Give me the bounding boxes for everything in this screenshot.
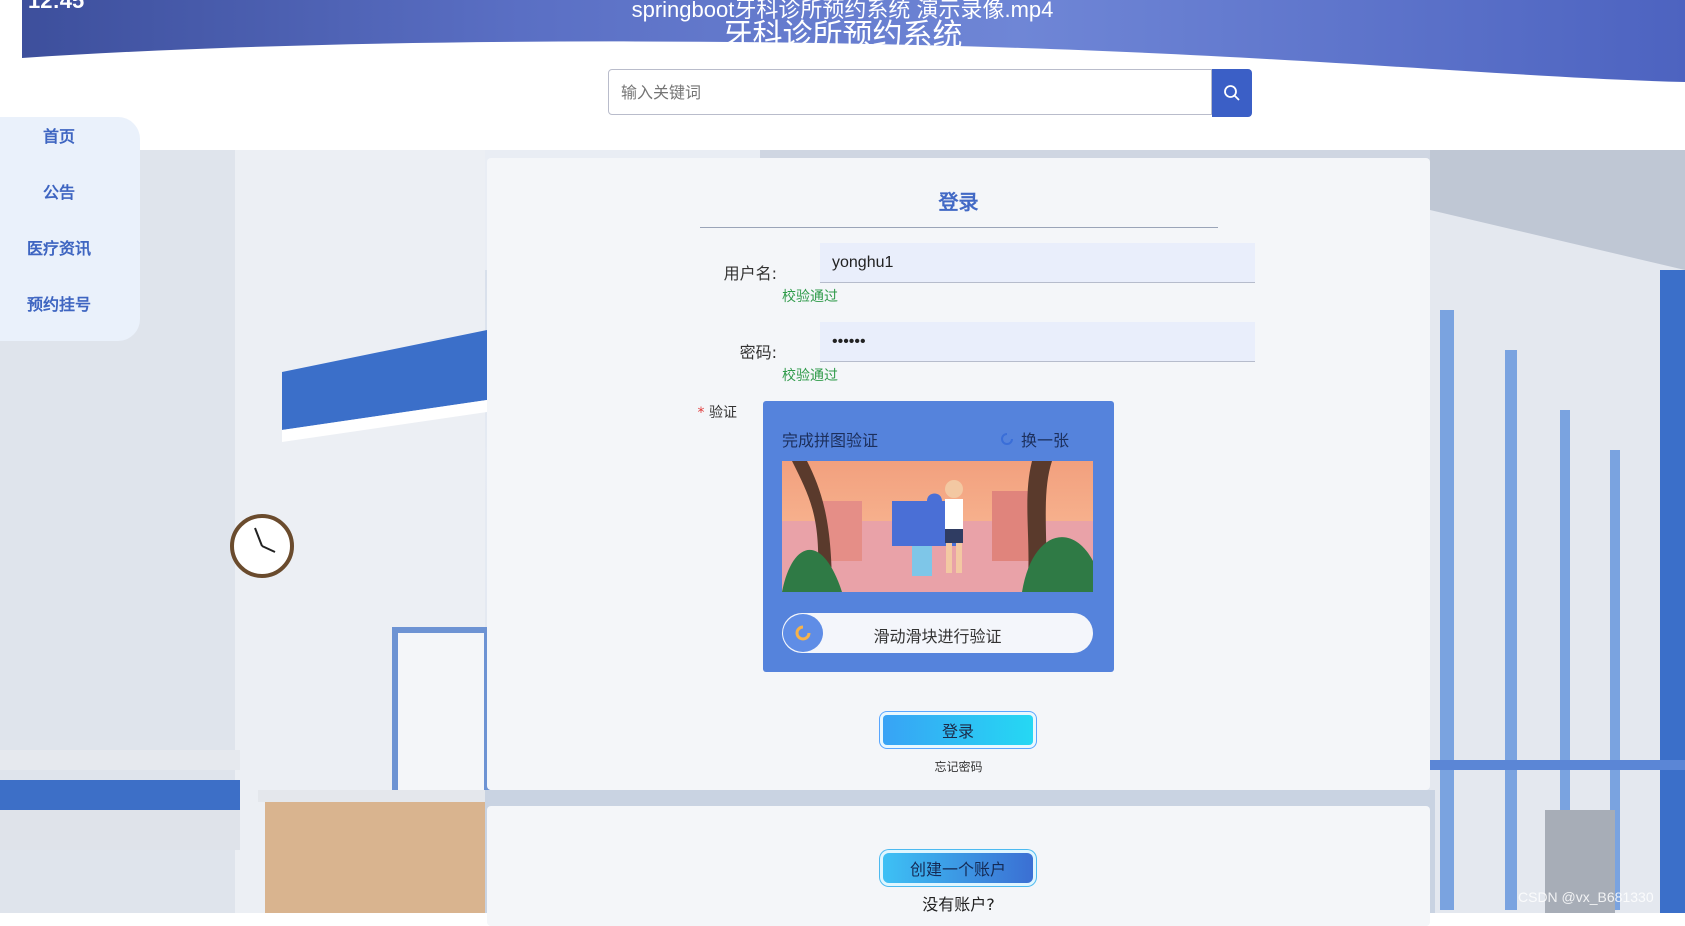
search-icon [1224, 85, 1240, 101]
required-mark: * [697, 405, 705, 421]
puzzle-illustration [782, 461, 1093, 592]
login-title: 登录 [938, 190, 979, 214]
verify-label-wrap: * 验证 [647, 402, 737, 422]
create-account-button[interactable]: 创建一个账户 [883, 853, 1033, 883]
search-bar [608, 69, 1252, 117]
username-field[interactable] [820, 243, 1255, 283]
puzzle-captcha: 完成拼图验证 换一张 滑动滑块进行验证 [763, 401, 1114, 672]
slider-text: 滑动滑块进行验证 [873, 627, 1002, 646]
slider-handle[interactable] [783, 614, 823, 652]
captcha-refresh-label: 换一张 [1021, 431, 1070, 450]
password-status: 校验通过 [782, 368, 838, 384]
username-status: 校验通过 [782, 289, 838, 305]
username-label: 用户名: [723, 264, 777, 283]
sidebar-item-medical-news[interactable]: 医疗资讯 [0, 235, 118, 259]
captcha-title: 完成拼图验证 [782, 431, 879, 450]
login-button[interactable]: 登录 [883, 715, 1033, 745]
register-panel: 创建一个账户 没有账户? [487, 806, 1430, 926]
slider-refresh-icon [795, 625, 811, 641]
forgot-password-link[interactable]: 忘记密码 [487, 758, 1430, 775]
sidebar-item-announcements[interactable]: 公告 [0, 179, 118, 203]
search-input[interactable] [608, 69, 1212, 115]
site-title: 牙科诊所预约系统 [722, 18, 963, 53]
refresh-icon [1001, 433, 1013, 445]
search-button[interactable] [1212, 69, 1252, 117]
watermark: CSDN @vx_B681330 [1518, 889, 1654, 905]
captcha-slider-track: 滑动滑块进行验证 [782, 613, 1093, 653]
sidebar-item-appointment[interactable]: 预约挂号 [0, 291, 118, 315]
captcha-puzzle-image [782, 461, 1093, 592]
captcha-refresh-button[interactable]: 换一张 [999, 427, 1069, 451]
sidebar-nav: 首页 公告 医疗资讯 预约挂号 [0, 117, 140, 341]
password-label: 密码: [739, 343, 777, 362]
sidebar-item-home[interactable]: 首页 [0, 123, 118, 147]
login-panel: 登录 用户名: 校验通过 密码: 校验通过 * 验证 完成拼图验证 换一张 [487, 158, 1430, 790]
password-field[interactable] [820, 322, 1255, 362]
verify-label: 验证 [709, 405, 737, 421]
title-divider [700, 227, 1218, 228]
no-account-text: 没有账户? [922, 895, 995, 914]
